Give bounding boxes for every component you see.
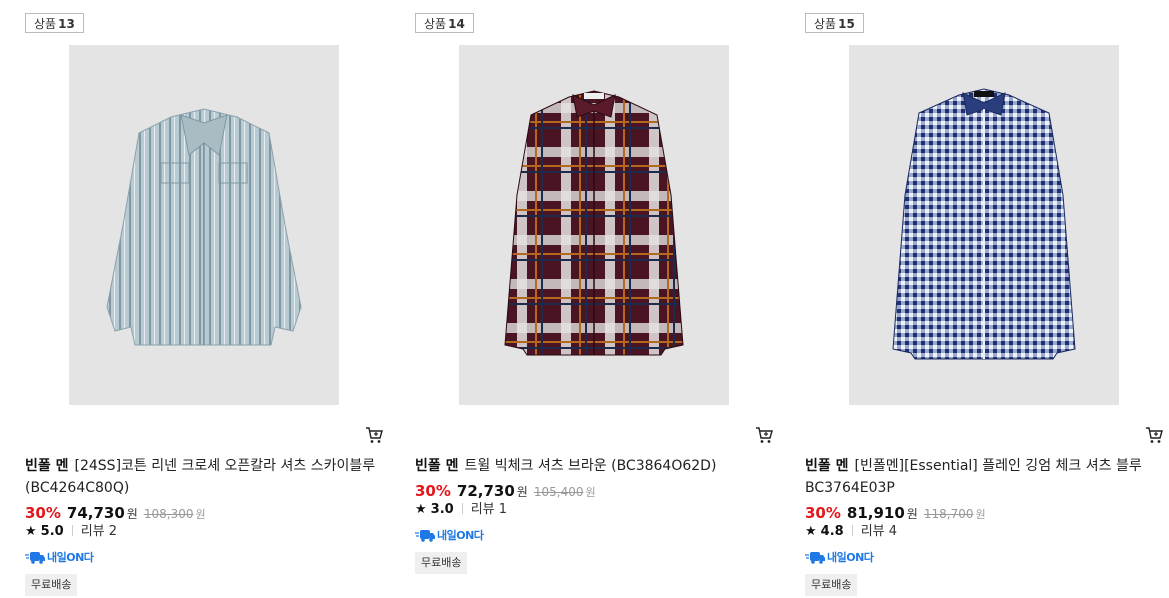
product-image[interactable]: [459, 45, 729, 405]
rating-value: 3.0: [430, 502, 454, 517]
delivery-truck-icon: [25, 551, 45, 564]
price-row: 30% 81,910 원 118,700 원: [805, 504, 986, 522]
sale-price: 72,730: [456, 482, 515, 500]
review-count: 리뷰 2: [80, 524, 118, 539]
rating-row: ★ 4.8 리뷰 4: [805, 522, 897, 542]
delivery-truck-icon: [415, 529, 435, 542]
discount-rate: 30%: [25, 504, 61, 522]
divider: [71, 525, 73, 536]
price-row: 30% 74,730 원 108,300 원: [25, 504, 206, 522]
product-image[interactable]: [849, 45, 1119, 405]
delivery-badge: 내일ON다: [25, 549, 94, 565]
product-image[interactable]: [69, 45, 339, 405]
free-shipping-badge: 무료배송: [805, 574, 858, 596]
review-count: 리뷰 4: [860, 524, 898, 539]
cart-icon[interactable]: [365, 426, 383, 444]
product-title[interactable]: 빈폴 멘 [빈폴멘][Essential] 플레인 깅엄 체크 셔츠 블루 BC3…: [805, 455, 1160, 499]
product-number-badge: 상품 15: [805, 13, 864, 33]
rating-value: 5.0: [40, 524, 64, 539]
original-price: 118,700: [923, 507, 974, 521]
sale-price: 81,910: [846, 504, 905, 522]
original-price: 105,400: [533, 485, 584, 499]
free-shipping-badge: 무료배송: [25, 574, 78, 596]
product-number-badge: 상품 14: [415, 13, 474, 33]
discount-rate: 30%: [805, 504, 841, 522]
price-row: 30% 72,730 원 105,400 원: [415, 482, 596, 500]
divider: [851, 525, 853, 536]
product-card[interactable]: 상품 15 빈폴 멘 [빈폴멘][Essential] 플레인 깅엄 체크 셔츠 블…: [805, 0, 1163, 598]
rating-row: ★ 3.0 리뷰 1: [415, 500, 507, 520]
product-name: 트윌 빅체크 셔츠 브라운 (BC3864O62D): [464, 458, 717, 474]
divider: [461, 503, 463, 514]
rating-row: ★ 5.0 리뷰 2: [25, 522, 117, 542]
original-price: 108,300: [143, 507, 194, 521]
product-name: [빈폴멘][Essential] 플레인 깅엄 체크 셔츠 블루 BC3764E…: [805, 458, 1142, 496]
star-icon: ★: [25, 524, 37, 539]
review-count: 리뷰 1: [470, 502, 508, 517]
sale-price: 74,730: [66, 504, 125, 522]
product-card[interactable]: 상품 13 빈폴 멘 [24SS]코튼 리넨 크로셰 오픈칼라 셔츠 스카이블루 (…: [25, 0, 383, 598]
delivery-badge: 내일ON다: [805, 549, 874, 565]
brand-name: 빈폴 멘: [805, 458, 849, 474]
cart-icon[interactable]: [1145, 426, 1163, 444]
free-shipping-badge: 무료배송: [415, 552, 468, 574]
product-card[interactable]: 상품 14 빈폴 멘 트윌 빅체크 셔츠 브라운 (BC3864O62D) 30% 7…: [415, 0, 773, 598]
product-title[interactable]: 빈폴 멘 [24SS]코튼 리넨 크로셰 오픈칼라 셔츠 스카이블루 (BC426…: [25, 455, 380, 499]
cart-icon[interactable]: [755, 426, 773, 444]
star-icon: ★: [805, 524, 817, 539]
star-icon: ★: [415, 502, 427, 517]
delivery-truck-icon: [805, 551, 825, 564]
rating-value: 4.8: [820, 524, 844, 539]
discount-rate: 30%: [415, 482, 451, 500]
brand-name: 빈폴 멘: [415, 458, 459, 474]
product-name: [24SS]코튼 리넨 크로셰 오픈칼라 셔츠 스카이블루 (BC4264C80…: [25, 458, 376, 496]
delivery-badge: 내일ON다: [415, 527, 484, 543]
brand-name: 빈폴 멘: [25, 458, 69, 474]
product-number-badge: 상품 13: [25, 13, 84, 33]
product-title[interactable]: 빈폴 멘 트윌 빅체크 셔츠 브라운 (BC3864O62D): [415, 455, 770, 477]
